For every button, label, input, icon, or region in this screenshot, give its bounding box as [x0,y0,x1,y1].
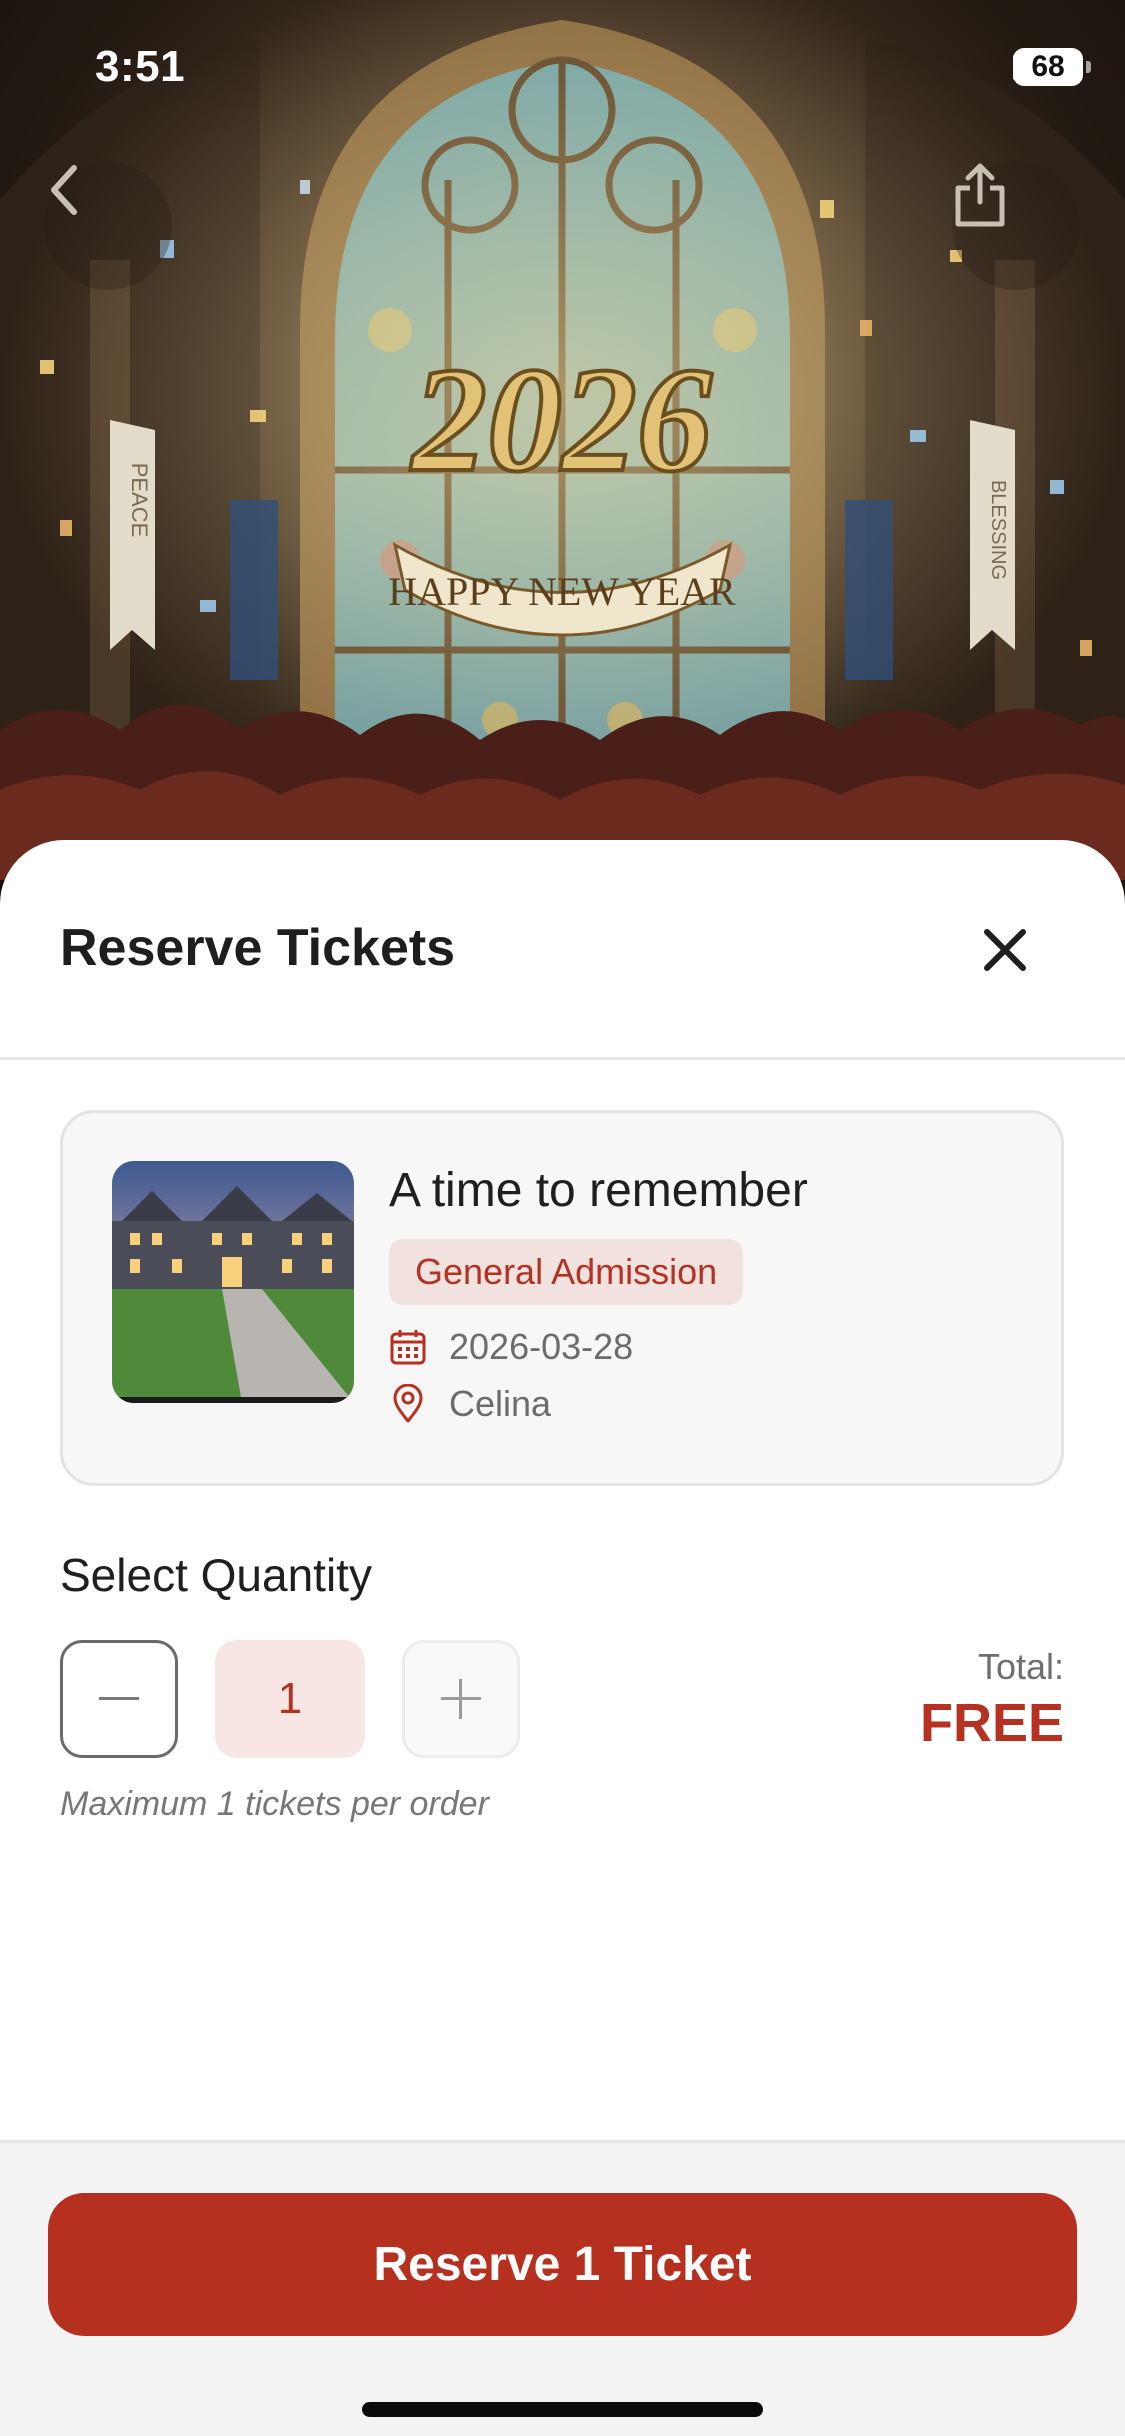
close-button[interactable] [965,910,1045,990]
right-banner-text: BLESSING [987,480,1009,580]
total-value: FREE [919,1693,1064,1753]
increase-quantity-button[interactable] [402,1640,520,1758]
battery-icon: 68 [1013,48,1091,86]
total-label: Total: [977,1646,1064,1687]
close-icon [984,929,1026,971]
select-quantity-title: Select Quantity [60,1549,372,1601]
event-thumbnail [112,1161,354,1403]
minus-icon [99,1697,139,1700]
calendar-icon [390,1330,426,1365]
decrease-quantity-button[interactable] [60,1640,178,1758]
status-indicators: 68 [1013,48,1091,86]
quantity-value: 1 [215,1640,365,1758]
hero-year-text: 2026 [410,337,712,503]
event-location: Celina [449,1383,552,1424]
share-icon [955,163,1005,227]
sheet-header: Reserve Tickets [0,840,1125,1060]
ticket-type-badge: General Admission [389,1239,744,1305]
church-stained-glass-illustration: 2026 HAPPY NEW YEAR PEACE BLESSING [0,0,1125,880]
home-indicator [362,2402,763,2417]
venue-photo [112,1161,354,1403]
status-time: 3:51 [95,42,186,91]
reserve-tickets-sheet: Reserve Tickets A time to remember Gener… [0,840,1125,2436]
reserve-ticket-button[interactable]: Reserve 1 Ticket [48,2193,1077,2336]
share-button[interactable] [952,162,1080,290]
event-date-row: 2026-03-28 [389,1326,633,1368]
event-name: A time to remember [389,1164,808,1217]
back-button[interactable] [44,162,172,290]
hero-ribbon-text: HAPPY NEW YEAR [388,569,736,614]
plus-icon [441,1679,481,1719]
chevron-left-icon [51,165,77,215]
sheet-title: Reserve Tickets [60,919,456,977]
event-hero-image: 2026 HAPPY NEW YEAR PEACE BLESSING 3:51 … [0,0,1125,880]
event-summary-card: A time to remember General Admission 202… [60,1110,1064,1486]
sheet-footer: Reserve 1 Ticket [0,2140,1125,2436]
event-date: 2026-03-28 [449,1326,634,1367]
left-banner-text: PEACE [127,463,152,538]
max-tickets-note: Maximum 1 tickets per order [60,1785,489,1823]
map-pin-icon [393,1384,423,1423]
event-location-row: Celina [389,1383,551,1425]
